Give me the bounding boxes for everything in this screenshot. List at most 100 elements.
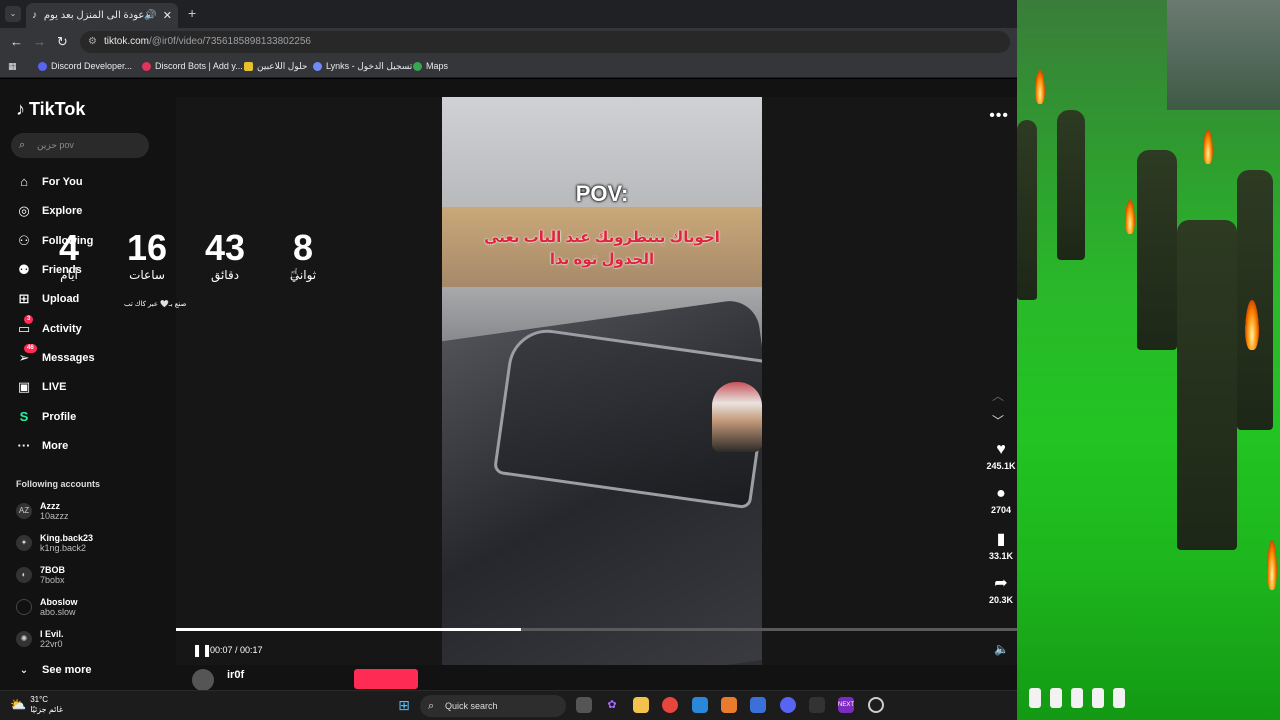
- bookmark-maps[interactable]: Maps: [413, 61, 448, 71]
- nav-label: Upload: [42, 293, 80, 305]
- game-torch-flame: [1267, 540, 1277, 590]
- nav-live[interactable]: ▣ LIVE: [16, 379, 67, 395]
- back-arrow-icon[interactable]: ←: [10, 34, 23, 49]
- forward-arrow-icon[interactable]: →: [33, 34, 46, 49]
- account-item[interactable]: ◐ 7BOB 7bobx: [16, 565, 65, 585]
- account-name: 7BOB: [40, 565, 66, 575]
- task-view-icon[interactable]: [576, 697, 592, 713]
- next-video-icon[interactable]: ﹀: [992, 412, 1004, 429]
- tab-list-button[interactable]: ⌄: [5, 6, 21, 22]
- url-field[interactable]: ⚙ tiktok.com/@ir0f/video/735618589813380…: [80, 31, 1010, 53]
- days-value: 4: [58, 227, 80, 268]
- account-item[interactable]: ✦ King.back23 k1ng.back2: [16, 533, 93, 553]
- windows-start-icon[interactable]: ⊞: [396, 697, 412, 713]
- caption-line: الجدول توه بدا: [549, 251, 655, 268]
- author-avatar[interactable]: [192, 669, 214, 690]
- game-torch-flame: [1203, 130, 1213, 164]
- copilot-icon[interactable]: ✿: [604, 697, 620, 713]
- partly-cloudy-icon: ⛅: [10, 697, 27, 712]
- reload-icon[interactable]: ↻: [57, 34, 68, 50]
- bookmark-discord-bots[interactable]: Discord Bots | Add y...: [142, 61, 243, 71]
- nav-label: Messages: [42, 352, 95, 364]
- nav-label: Profile: [42, 410, 77, 423]
- bookmark-players-solutions[interactable]: حلول اللاعبين: [244, 61, 308, 72]
- nav-upload[interactable]: ⊞ Upload: [16, 291, 80, 307]
- avatar: [16, 599, 32, 615]
- search-icon: ⌕: [19, 139, 26, 151]
- account-name: Aboslow: [40, 597, 78, 607]
- nav-explore[interactable]: ◎ Explore: [16, 203, 82, 219]
- settings-icon[interactable]: [868, 697, 884, 713]
- nav-messages[interactable]: ➢ 46 Messages: [16, 344, 95, 366]
- countdown-hours: 16 ساعات: [118, 228, 176, 283]
- tiktok-favicon-icon: ♪: [32, 10, 37, 21]
- more-options-icon[interactable]: •••: [989, 107, 1009, 125]
- previous-video-icon[interactable]: ︿: [992, 387, 1004, 404]
- browser-tab[interactable]: ♪ عودة الى المنزل بعد يوم طو 🔊 ✕: [26, 3, 178, 28]
- store-icon[interactable]: [692, 697, 708, 713]
- countdown-days: 4 أيام: [40, 227, 98, 283]
- chrome-icon[interactable]: [662, 697, 678, 713]
- tiktok-logo[interactable]: ♪ TikTok: [16, 99, 85, 120]
- avatar: AZ: [16, 503, 32, 519]
- logo-text: TikTok: [29, 99, 86, 119]
- site-info-icon[interactable]: ⚙: [88, 31, 97, 53]
- like-button[interactable]: ♥ 245.1K: [980, 441, 1017, 471]
- game-torch-flame: [1125, 200, 1135, 234]
- next-app-icon[interactable]: NEXT: [838, 697, 854, 713]
- follow-button[interactable]: [354, 669, 418, 689]
- video-progress-bar[interactable]: [176, 628, 1017, 631]
- avatar: ◐: [16, 567, 32, 583]
- account-item[interactable]: ✺ I Evil. 22vr0: [16, 629, 64, 649]
- teams-icon[interactable]: [750, 697, 766, 713]
- close-tab-icon[interactable]: ✕: [163, 9, 172, 22]
- search-input[interactable]: ⌕ حزين pov: [11, 133, 149, 158]
- volume-icon[interactable]: 🔈: [994, 642, 1009, 656]
- share-button[interactable]: ➦ 20.3K: [980, 573, 1017, 605]
- bookmark-discord-developer[interactable]: Discord Developer...: [38, 61, 132, 71]
- temperature: 31°C: [30, 695, 49, 704]
- file-explorer-icon[interactable]: [633, 697, 649, 713]
- url-host: tiktok.com: [104, 36, 150, 47]
- new-tab-button[interactable]: +: [188, 5, 196, 21]
- video-player[interactable]: POV: اخوياك ينتظرونك عند الباب يعني الجد…: [442, 97, 762, 665]
- windows-taskbar: ⛅ 31°C غائم جزئيًا ⊞ ⌕ Quick search ✿ NEXT: [0, 690, 1017, 720]
- author-name[interactable]: ir0f: [227, 669, 244, 681]
- see-more-button[interactable]: ⌄ See more: [16, 664, 92, 676]
- countdown-minutes: 43 دقائق: [196, 228, 254, 283]
- activity-badge: 3: [24, 315, 34, 324]
- avatar: ✺: [16, 631, 32, 647]
- live-icon: ▣: [17, 379, 31, 394]
- app-icon[interactable]: [721, 697, 737, 713]
- steam-icon[interactable]: [809, 697, 825, 713]
- seconds-value: 8: [292, 227, 314, 268]
- countdown-credit: صنع بـ🤍 عبر كاك تب: [124, 301, 187, 308]
- quick-search-box[interactable]: ⌕ Quick search: [420, 695, 566, 717]
- chevron-down-icon: ⌄: [19, 664, 29, 676]
- tab-title: عودة الى المنزل بعد يوم طو: [43, 10, 145, 21]
- nav-more[interactable]: ··· More: [16, 438, 69, 453]
- account-item[interactable]: Aboslow abo.slow: [16, 597, 78, 617]
- game-city-background: [1167, 0, 1280, 110]
- discord-icon[interactable]: [780, 697, 796, 713]
- bookmark-label: حلول اللاعبين: [257, 61, 308, 71]
- bookmark-label: Discord Bots | Add y...: [155, 61, 243, 71]
- tiktok-page: ♪ TikTok ⌕ حزين pov ⌂ For You ◎ Explore ⚇ F…: [0, 79, 1017, 690]
- bookmark-lynks[interactable]: Lynks - تسجيل الدخول: [313, 61, 412, 72]
- save-button[interactable]: ▮ 33.1K: [980, 529, 1017, 561]
- game-capture-panel: [1017, 0, 1280, 720]
- nav-label: Activity: [42, 323, 82, 335]
- weather-widget[interactable]: ⛅ 31°C غائم جزئيًا: [10, 695, 63, 715]
- speaker-icon[interactable]: 🔊: [144, 10, 156, 21]
- bookmark-label: Lynks - تسجيل الدخول: [326, 61, 413, 71]
- minutes-label: دقائق: [210, 268, 240, 282]
- nav-activity[interactable]: ▭ 3 Activity: [16, 315, 82, 337]
- nav-profile[interactable]: S Profile: [16, 409, 77, 424]
- activity-icon: ▭ 3: [16, 315, 34, 337]
- game-soldier: [1017, 120, 1037, 300]
- comment-button[interactable]: ● 2704: [980, 485, 1017, 515]
- tiktok-note-icon: ♪: [16, 99, 25, 119]
- nav-for-you[interactable]: ⌂ For You: [16, 174, 82, 189]
- apps-grid-icon[interactable]: ▦: [8, 61, 17, 72]
- account-item[interactable]: AZ Azzz 10azzz: [16, 501, 69, 521]
